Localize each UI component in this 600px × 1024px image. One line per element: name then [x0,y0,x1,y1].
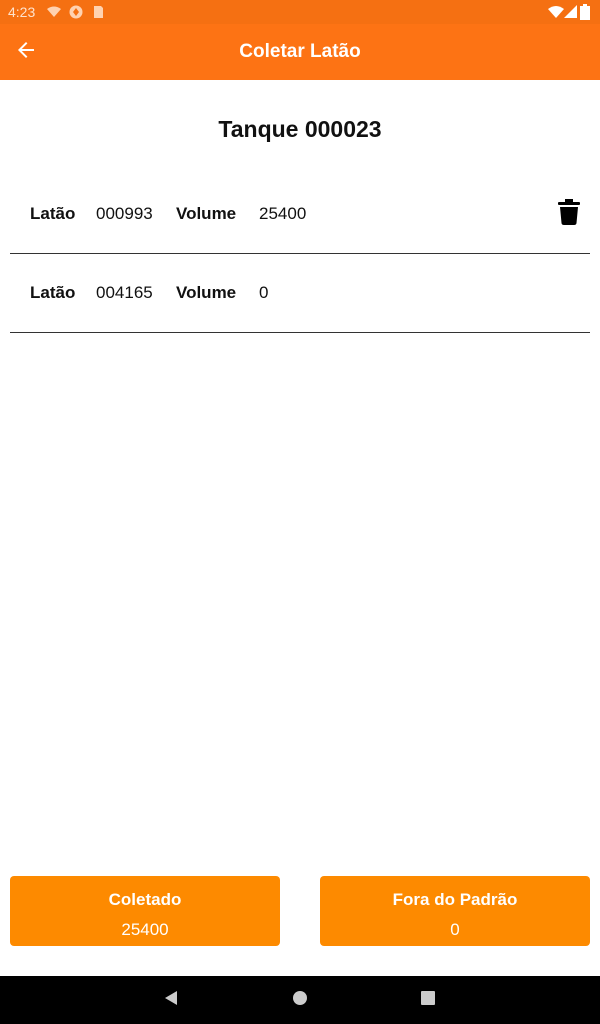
latao-label: Latão [30,204,76,223]
wifi-icon [548,4,564,20]
fora-do-padrao-value: 0 [450,920,460,939]
triangle-back-icon [163,990,179,1011]
sd-card-icon [90,4,106,20]
delete-button[interactable] [556,198,582,230]
screen: 4:23 Coletar Latão Tanque 000023 Latão 0… [0,0,600,1024]
tank-title: Tanque 000023 [218,116,382,142]
app-title: Coletar Latão [239,41,361,62]
coletado-button[interactable]: Coletado 25400 [10,876,280,946]
nav-recents-button[interactable] [414,986,442,1014]
signal-icon [563,4,579,20]
app-bar: Coletar Latão [0,24,600,80]
status-time: 4:23 [8,4,36,20]
list-item: Latão 004165 Volume 0 [10,254,590,333]
latao-label: Latão [30,283,76,302]
nav-back-button[interactable] [157,986,185,1014]
coletado-label: Coletado [108,890,182,909]
back-button[interactable] [6,32,46,72]
volume-label: Volume [176,283,237,302]
latao-value: 004165 [96,283,153,302]
notification-icon [46,4,62,20]
battery-icon [580,4,590,20]
nav-home-button[interactable] [286,986,314,1014]
volume-label: Volume [176,204,237,223]
circle-home-icon [292,990,308,1011]
coletado-value: 25400 [121,920,169,939]
latao-value: 000993 [96,204,153,223]
volume-value: 25400 [259,204,307,223]
trash-icon [558,198,580,230]
app-notification-icon [68,4,84,20]
fora-do-padrao-label: Fora do Padrão [392,890,518,909]
arrow-left-icon [14,38,38,67]
list-item: Latão 000993 Volume 25400 [10,175,590,254]
fora-do-padrao-button[interactable]: Fora do Padrão 0 [320,876,590,946]
status-bar: 4:23 [0,0,600,24]
volume-value: 0 [259,283,269,302]
navigation-bar [0,976,600,1024]
square-recents-icon [420,990,436,1011]
